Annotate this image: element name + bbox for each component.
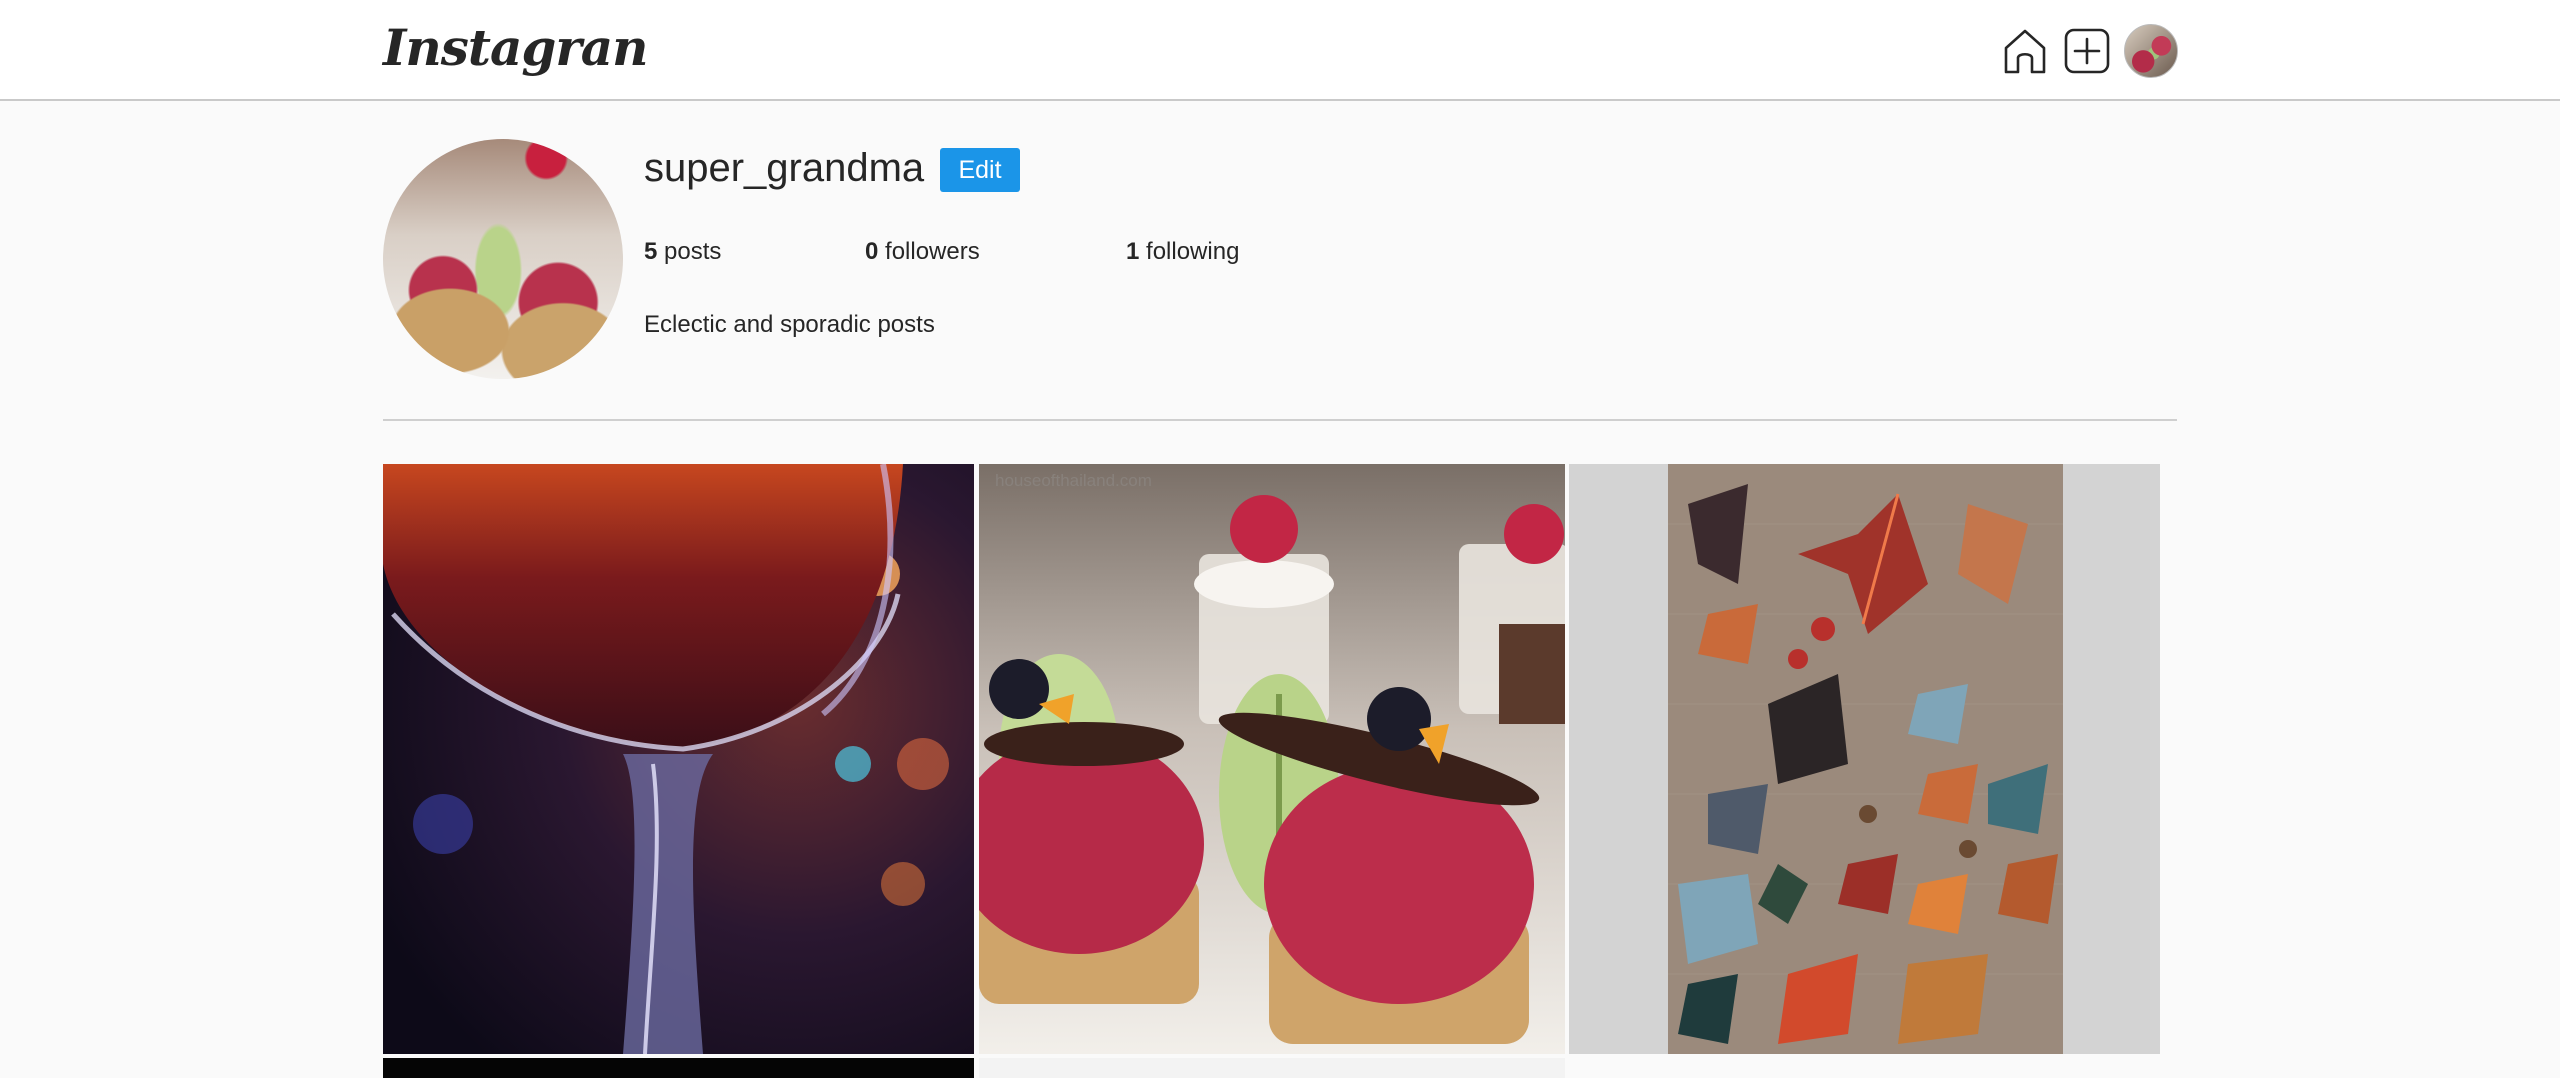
following-count-stat[interactable]: 1 following — [1126, 238, 1239, 266]
following-label: following — [1139, 238, 1240, 265]
section-divider — [383, 419, 2177, 421]
top-navigation-bar: Instagran — [0, 0, 2560, 101]
app-logo[interactable]: Instagran — [383, 18, 648, 77]
followers-label: followers — [878, 238, 980, 265]
profile-bio: Eclectic and sporadic posts — [644, 311, 935, 338]
post-thumbnail-tarts[interactable]: houseofthailand.com — [979, 464, 1565, 1054]
profile-username: super_grandma — [644, 146, 925, 190]
nav-icons — [2000, 24, 2178, 78]
followers-count-stat[interactable]: 0 followers — [865, 238, 980, 266]
home-icon[interactable] — [2000, 26, 2050, 76]
leaves-photo — [1668, 464, 2063, 1054]
edit-profile-button[interactable]: Edit — [940, 148, 1020, 192]
tarts-photo: houseofthailand.com — [979, 464, 1565, 1054]
avatar[interactable] — [2124, 24, 2178, 78]
posts-label: posts — [657, 238, 722, 265]
post-thumbnail-wine-glass[interactable] — [383, 464, 974, 1054]
posts-count: 5 — [644, 238, 658, 265]
new-post-icon[interactable] — [2062, 26, 2112, 76]
wine-glass-photo — [383, 464, 974, 1054]
followers-count: 0 — [865, 238, 879, 265]
posts-count-stat: 5 posts — [644, 238, 721, 266]
profile-picture — [383, 139, 623, 379]
post-thumbnail-dark[interactable] — [383, 1058, 974, 1078]
post-thumbnail-leaves[interactable] — [1569, 464, 2160, 1054]
post-watermark: houseofthailand.com — [995, 471, 1152, 490]
following-count: 1 — [1126, 238, 1140, 265]
post-thumbnail-light[interactable] — [979, 1058, 1565, 1078]
